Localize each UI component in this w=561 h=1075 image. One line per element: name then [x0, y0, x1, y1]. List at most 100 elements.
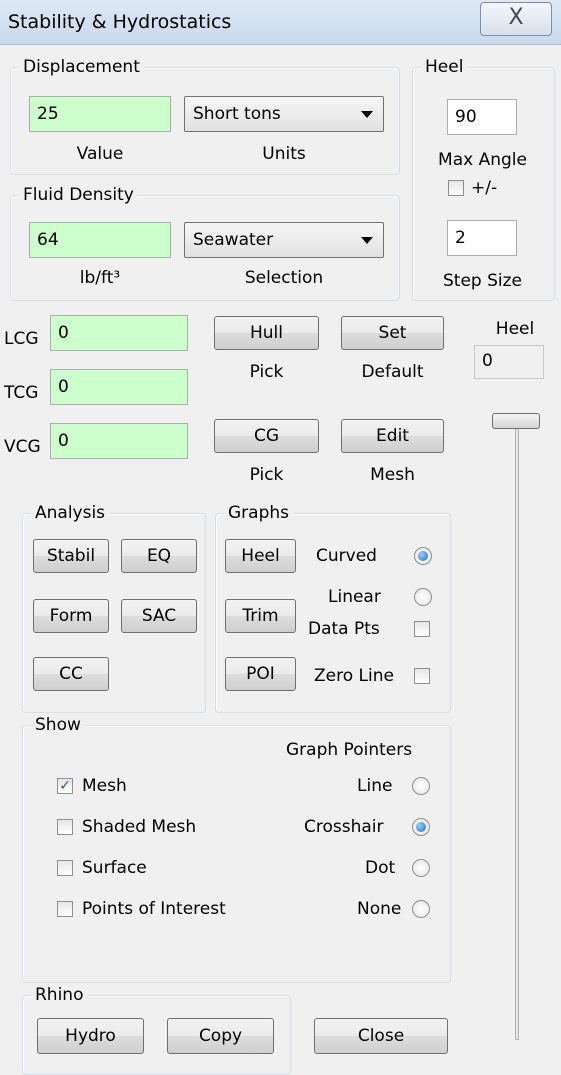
heel-graph-label: Heel [241, 546, 280, 566]
shaded-mesh-checkbox[interactable] [57, 819, 73, 835]
graphs-legend: Graphs [224, 502, 294, 524]
copy-label: Copy [198, 1026, 243, 1046]
cc-label: CC [59, 664, 83, 684]
none-pointer-radio[interactable] [412, 900, 430, 918]
displacement-units-label: Units [262, 144, 306, 164]
crosshair-pointer-label: Crosshair [304, 817, 384, 837]
poi-graph-button[interactable]: POI [225, 657, 296, 691]
eq-button[interactable]: EQ [121, 539, 197, 573]
displacement-value-label: Value [76, 144, 124, 164]
show-legend: Show [31, 714, 85, 736]
mesh-label: Mesh [82, 776, 127, 796]
linear-radio[interactable] [414, 588, 432, 606]
cg-pick-button[interactable]: CG [214, 419, 319, 453]
linear-label: Linear [328, 587, 381, 607]
fluid-density-unit-label: lb/ft³ [79, 268, 121, 288]
fluid-selection-selected: Seawater [193, 230, 274, 250]
eq-label: EQ [146, 546, 172, 566]
hydro-button[interactable]: Hydro [37, 1018, 144, 1054]
none-pointer-label: None [357, 899, 402, 919]
step-size-field[interactable]: 2 [447, 220, 517, 256]
line-pointer-radio[interactable] [412, 777, 430, 795]
max-angle-field[interactable]: 90 [447, 99, 517, 135]
hull-button-label: Hull [249, 323, 283, 343]
mesh-checkbox[interactable]: ✓ [57, 778, 73, 794]
poi-checkbox[interactable] [57, 901, 73, 917]
dot-pointer-radio[interactable] [412, 859, 430, 877]
title-bar: Stability & Hydrostatics X [0, 0, 561, 45]
set-default-button[interactable]: Set [341, 316, 444, 350]
stabil-button[interactable]: Stabil [33, 539, 109, 573]
displacement-value-field[interactable]: 25 [29, 96, 171, 132]
set-button-label: Set [378, 323, 407, 343]
poi-graph-label: POI [246, 664, 275, 684]
vcg-label: VCG [4, 437, 41, 457]
heel-graph-button[interactable]: Heel [225, 539, 296, 573]
lcg-label: LCG [4, 329, 39, 349]
chevron-down-icon [361, 237, 373, 244]
zero-line-checkbox[interactable] [414, 668, 430, 684]
fluid-density-value-field[interactable]: 64 [29, 222, 171, 258]
data-pts-label: Data Pts [308, 619, 380, 639]
form-label: Form [49, 606, 93, 626]
copy-button[interactable]: Copy [167, 1018, 274, 1054]
hull-pick-button[interactable]: Hull [214, 316, 319, 350]
curved-label: Curved [316, 546, 377, 566]
heel-readout-value: 0 [474, 345, 544, 379]
dot-pointer-label: Dot [365, 858, 396, 878]
close-label: Close [357, 1026, 405, 1046]
heel-slider-track[interactable] [515, 420, 519, 1040]
window-close-button[interactable]: X [480, 2, 552, 36]
window-title: Stability & Hydrostatics [8, 11, 232, 33]
plus-minus-label: +/- [471, 178, 498, 198]
fluid-selection-dropdown[interactable]: Seawater [184, 222, 384, 258]
surface-checkbox[interactable] [57, 860, 73, 876]
close-icon: X [508, 5, 524, 30]
fluid-density-legend: Fluid Density [19, 184, 138, 206]
chevron-down-icon [361, 111, 373, 118]
heel-legend: Heel [421, 56, 468, 78]
edit-mesh-button[interactable]: Edit [341, 419, 444, 453]
poi-label: Points of Interest [82, 899, 226, 919]
data-pts-checkbox[interactable] [414, 621, 430, 637]
vcg-field[interactable]: 0 [50, 423, 188, 459]
displacement-units-dropdown[interactable]: Short tons [184, 96, 384, 132]
radio-selected-dot [416, 822, 426, 832]
fluid-selection-label: Selection [244, 268, 324, 288]
dialog-body: Displacement 25 Short tons Value Units F… [0, 45, 561, 1075]
edit-caption: Mesh [370, 465, 415, 485]
line-pointer-label: Line [357, 776, 393, 796]
step-size-label: Step Size [442, 271, 522, 291]
heel-readout-label: Heel [495, 319, 535, 339]
displacement-legend: Displacement [19, 56, 144, 78]
surface-label: Surface [82, 858, 147, 878]
trim-graph-label: Trim [242, 606, 279, 626]
trim-graph-button[interactable]: Trim [225, 599, 296, 633]
show-group: Show [22, 714, 451, 983]
cg-caption: Pick [249, 465, 284, 485]
plus-minus-checkbox[interactable] [448, 180, 464, 196]
sac-label: SAC [141, 606, 177, 626]
zero-line-label: Zero Line [314, 666, 394, 686]
shaded-mesh-label: Shaded Mesh [82, 817, 197, 837]
displacement-units-selected: Short tons [193, 104, 281, 124]
tcg-label: TCG [4, 383, 39, 403]
close-button[interactable]: Close [314, 1018, 448, 1054]
radio-selected-dot [418, 551, 428, 561]
curved-radio[interactable] [414, 547, 432, 565]
stabil-label: Stabil [46, 546, 96, 566]
lcg-field[interactable]: 0 [50, 315, 188, 351]
max-angle-label: Max Angle [438, 150, 527, 170]
form-button[interactable]: Form [33, 599, 109, 633]
sac-button[interactable]: SAC [121, 599, 197, 633]
graph-pointers-label: Graph Pointers [286, 740, 413, 760]
cg-button-label: CG [253, 426, 280, 446]
hydro-label: Hydro [65, 1026, 116, 1046]
heel-slider-thumb[interactable] [492, 413, 540, 429]
checkmark-icon: ✓ [59, 778, 71, 794]
tcg-field[interactable]: 0 [50, 369, 188, 405]
cc-button[interactable]: CC [33, 657, 109, 691]
crosshair-pointer-radio[interactable] [412, 818, 430, 836]
set-caption: Default [361, 362, 424, 382]
rhino-legend: Rhino [31, 984, 88, 1006]
